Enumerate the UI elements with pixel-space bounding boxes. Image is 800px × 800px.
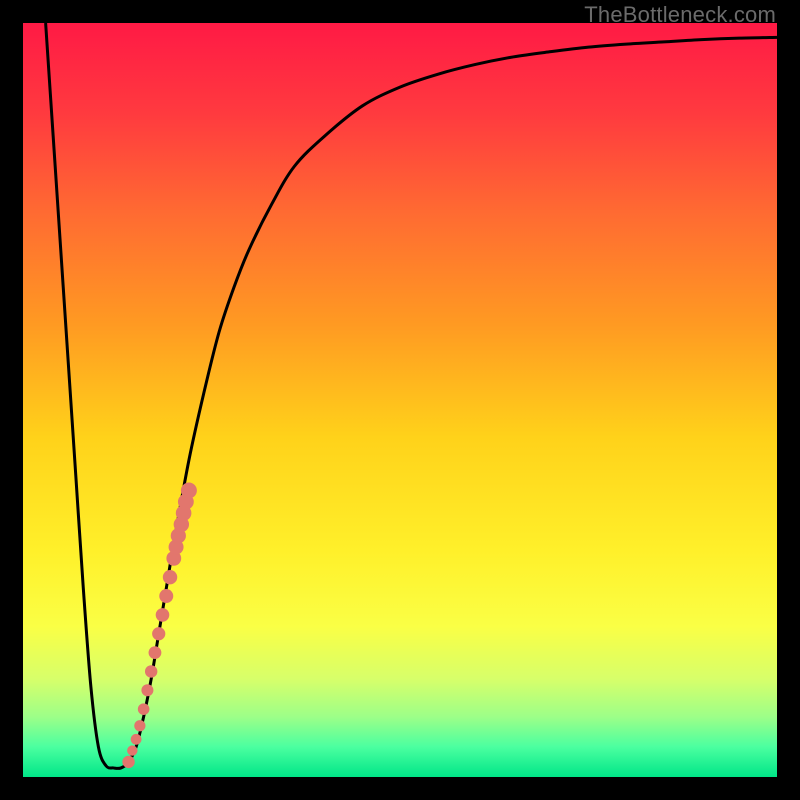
highlight-dot xyxy=(156,608,170,622)
highlight-dot xyxy=(163,570,177,584)
highlight-dot xyxy=(181,482,197,498)
highlight-dot xyxy=(131,734,142,745)
plot-area xyxy=(23,23,777,777)
highlight-dot xyxy=(159,589,173,603)
highlight-dot xyxy=(141,684,153,696)
highlight-dot xyxy=(134,720,145,731)
highlight-dot xyxy=(127,745,137,755)
bottleneck-chart xyxy=(23,23,777,777)
gradient-background xyxy=(23,23,777,777)
highlight-dot xyxy=(152,627,165,640)
highlight-dot xyxy=(149,646,162,659)
watermark-label: TheBottleneck.com xyxy=(584,2,776,28)
highlight-dot xyxy=(138,703,150,715)
highlight-dot xyxy=(145,665,157,677)
chart-frame: TheBottleneck.com xyxy=(0,0,800,800)
highlight-dot xyxy=(122,756,134,768)
